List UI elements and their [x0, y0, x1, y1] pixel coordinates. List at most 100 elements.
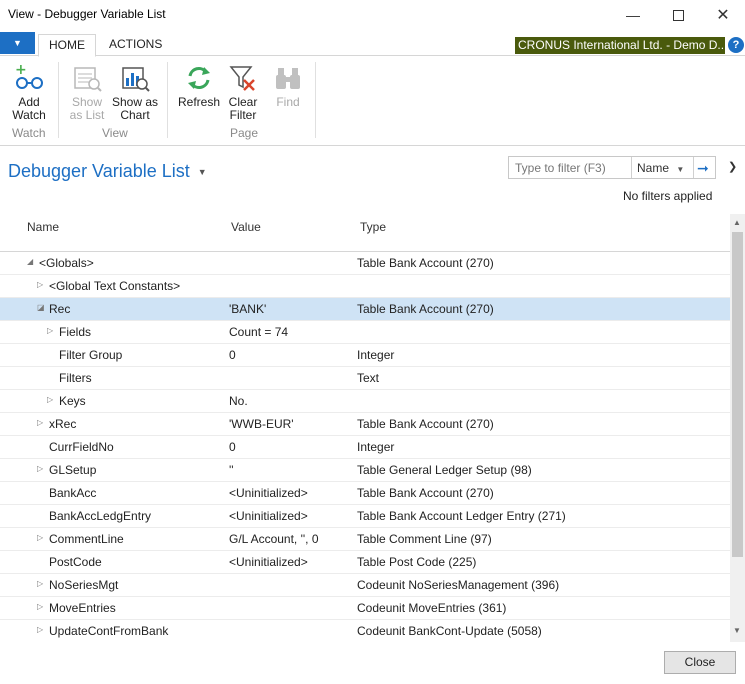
add-watch-label-2: Watch	[12, 108, 46, 122]
page-title-text: Debugger Variable List	[8, 161, 190, 181]
refresh-button[interactable]: Refresh	[178, 60, 220, 109]
cell-type: Table Bank Account (270)	[357, 256, 494, 270]
table-row[interactable]: ▷ xRec 'WWB-EUR' Table Bank Account (270)	[0, 413, 730, 436]
table-row[interactable]: ▷ CommentLine G/L Account, '', 0 Table Comm…	[0, 528, 730, 551]
binoculars-icon	[272, 60, 304, 96]
cell-type: Text	[357, 371, 380, 385]
scrollbar-thumb[interactable]	[732, 232, 743, 557]
expand-icon[interactable]: ▷	[47, 395, 53, 404]
cell-name: Filters	[59, 371, 92, 385]
show-as-chart-button[interactable]: Show as Chart	[111, 60, 159, 122]
vertical-scrollbar[interactable]: ▲ ▼	[730, 214, 745, 642]
cell-type: Table Comment Line (97)	[357, 532, 492, 546]
table-row[interactable]: BankAcc <Uninitialized> Table Bank Account…	[0, 482, 730, 505]
cell-name: <Global Text Constants>	[49, 279, 181, 293]
table-row[interactable]: PostCode <Uninitialized> Table Post Code (…	[0, 551, 730, 574]
table-row[interactable]: ▷ Keys No.	[0, 390, 730, 413]
show-as-list-button[interactable]: Show as List	[67, 60, 107, 122]
expand-icon[interactable]: ▷	[37, 625, 43, 634]
cell-value: No.	[229, 394, 248, 408]
cell-type: Table Bank Account (270)	[357, 417, 494, 431]
expand-icon[interactable]: ▷	[47, 326, 53, 335]
expand-icon[interactable]: ▷	[37, 418, 43, 427]
cell-name: Rec	[49, 302, 71, 316]
table-row[interactable]: CurrFieldNo 0 Integer	[0, 436, 730, 459]
clear-filter-button[interactable]: Clear Filter	[226, 60, 260, 122]
maximize-icon	[672, 9, 684, 21]
cell-name: NoSeriesMgt	[49, 578, 119, 592]
group-label-page: Page	[230, 126, 259, 140]
table-row[interactable]: ▷ MoveEntries Codeunit MoveEntries (361)	[0, 597, 730, 620]
cell-value: 0	[229, 348, 236, 362]
tab-actions[interactable]: ACTIONS	[99, 34, 172, 55]
show-as-chart-label-2: Chart	[120, 108, 150, 122]
cell-name: BankAccLedgEntry	[49, 509, 152, 523]
cell-type: Integer	[357, 348, 395, 362]
cell-name: MoveEntries	[49, 601, 116, 615]
column-header-type[interactable]: Type	[360, 220, 386, 234]
expand-icon[interactable]: ▷	[37, 602, 43, 611]
expand-icon[interactable]: ▷	[37, 533, 43, 542]
group-separator	[167, 62, 168, 138]
maximize-button[interactable]	[655, 0, 701, 30]
expand-icon[interactable]: ▷	[37, 579, 43, 588]
scroll-down-icon[interactable]: ▼	[733, 626, 741, 635]
minimize-button[interactable]: —	[610, 0, 656, 30]
close-button[interactable]: Close	[664, 651, 736, 674]
collapse-icon[interactable]: ◢	[27, 257, 33, 266]
expand-icon[interactable]: ▷	[37, 464, 43, 473]
cell-name: Filter Group	[59, 348, 123, 362]
filter-box: Type to filter (F3) Name ▼ ➞	[508, 156, 716, 179]
cell-type: Table Bank Account Ledger Entry (271)	[357, 509, 566, 523]
refresh-icon	[178, 60, 220, 96]
cell-name: <Globals>	[39, 256, 94, 270]
table-row[interactable]: ◪ Rec 'BANK' Table Bank Account (270)	[0, 298, 730, 321]
table-row[interactable]: Filter Group 0 Integer	[0, 344, 730, 367]
filter-input[interactable]: Type to filter (F3)	[515, 161, 606, 175]
tab-home[interactable]: HOME	[38, 34, 96, 57]
group-label-view: View	[102, 126, 128, 140]
app-menu-button[interactable]: ▼	[0, 32, 35, 54]
company-name-badge[interactable]: CRONUS International Ltd. - Demo D...	[515, 37, 725, 54]
table-row[interactable]: Filters Text	[0, 367, 730, 390]
cell-type: Table Bank Account (270)	[357, 486, 494, 500]
cell-value: G/L Account, '', 0	[229, 532, 319, 546]
minimize-icon: —	[626, 7, 640, 23]
table-row[interactable]: ▷ UpdateContFromBank Codeunit BankCont-Upd…	[0, 620, 730, 642]
ribbon: + Add Watch Watch Show as List Show as C…	[0, 56, 745, 146]
filter-divider	[631, 157, 632, 178]
cell-value: 0	[229, 440, 236, 454]
glasses-plus-icon: +	[10, 60, 48, 96]
chart-icon	[111, 60, 159, 96]
chevron-down-icon[interactable]: ❯	[728, 160, 737, 173]
table-row[interactable]: ◢ <Globals> Table Bank Account (270)	[0, 252, 730, 275]
find-label: Find	[276, 95, 300, 109]
cell-value: 'WWB-EUR'	[229, 417, 294, 431]
column-header-value[interactable]: Value	[231, 220, 261, 234]
column-header-name[interactable]: Name	[27, 220, 59, 234]
expand-icon[interactable]: ▷	[37, 280, 43, 289]
cell-value: <Uninitialized>	[229, 555, 308, 569]
filter-field-select[interactable]: Name ▼	[637, 161, 684, 175]
find-button[interactable]: Find	[272, 60, 304, 109]
arrow-right-icon[interactable]: ➞	[697, 160, 709, 177]
page-title[interactable]: Debugger Variable List ▼	[8, 161, 207, 182]
table-row[interactable]: ▷ GLSetup '' Table General Ledger Setup (98…	[0, 459, 730, 482]
close-window-button[interactable]: ✕	[700, 0, 745, 30]
chevron-down-icon: ▼	[676, 165, 685, 174]
show-as-list-label-2: as List	[69, 108, 105, 122]
table-row[interactable]: BankAccLedgEntry <Uninitialized> Table Ban…	[0, 505, 730, 528]
help-icon[interactable]: ?	[728, 37, 744, 53]
scroll-up-icon[interactable]: ▲	[733, 218, 741, 227]
add-watch-button[interactable]: + Add Watch	[10, 60, 48, 122]
cell-type: Codeunit BankCont-Update (5058)	[357, 624, 542, 638]
table-row[interactable]: ▷ NoSeriesMgt Codeunit NoSeriesManagement …	[0, 574, 730, 597]
cell-type: Table General Ledger Setup (98)	[357, 463, 532, 477]
table-row[interactable]: ▷ <Global Text Constants>	[0, 275, 730, 298]
collapse-icon[interactable]: ◪	[37, 303, 45, 312]
cell-type: Table Bank Account (270)	[357, 302, 494, 316]
close-icon: ✕	[716, 7, 730, 24]
cell-value: <Uninitialized>	[229, 509, 308, 523]
svg-text:+: +	[15, 63, 27, 78]
table-row[interactable]: ▷ Fields Count = 74	[0, 321, 730, 344]
